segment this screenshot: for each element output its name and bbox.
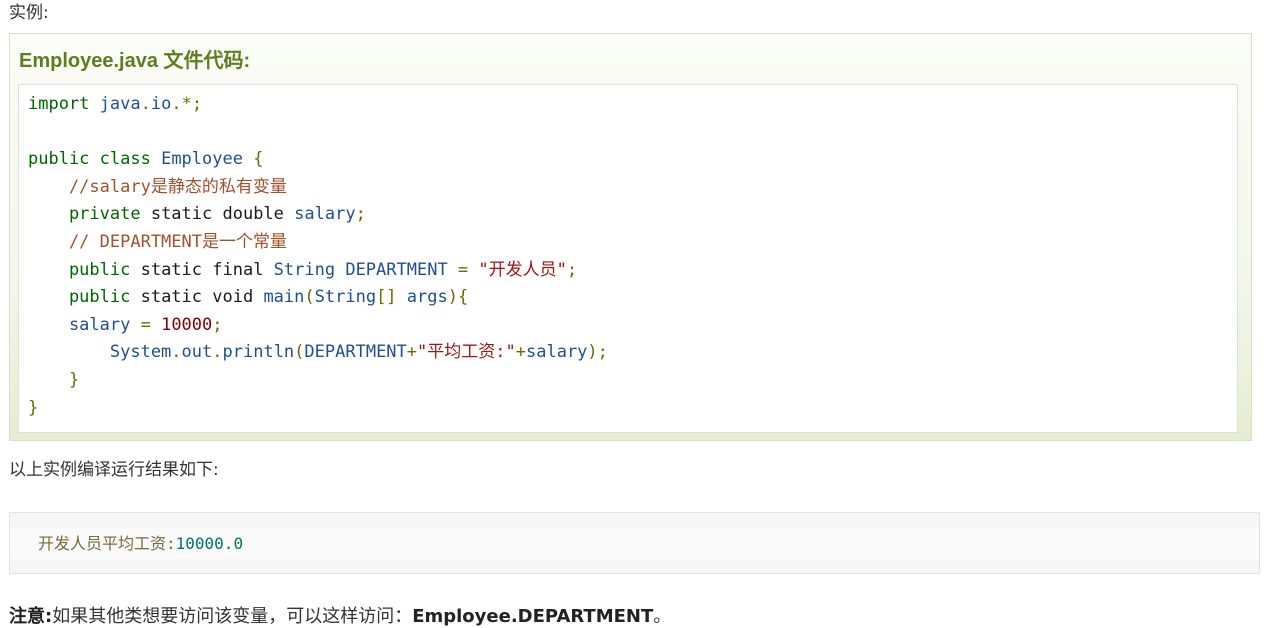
code-line: public static void main(String[] args){ xyxy=(28,284,608,312)
code-token: + xyxy=(406,342,418,363)
code-line: public class Employee { xyxy=(28,146,608,174)
code-token: io xyxy=(150,94,172,114)
code-token: } xyxy=(28,369,80,390)
code-token: double xyxy=(212,204,284,225)
code-token: = xyxy=(130,314,151,335)
code-line: System.out.println(DEPARTMENT+"平均工资:"+sa… xyxy=(28,339,608,367)
code-token: } xyxy=(28,397,39,418)
code-token: [] xyxy=(376,287,397,308)
code-token: public xyxy=(28,287,131,308)
code-token: System xyxy=(28,342,172,363)
code-token: ); xyxy=(587,342,608,363)
code-token: //salary是静态的私有变量 xyxy=(28,176,287,197)
code-token: ; xyxy=(566,259,578,280)
code-token: main xyxy=(253,287,305,308)
code-token: static xyxy=(130,259,203,280)
note-suffix: 。 xyxy=(653,606,672,627)
code-token: salary xyxy=(28,314,131,335)
note-text: 如果其他类想要访问该变量，可以这样访问： xyxy=(52,606,413,627)
note: 注意:如果其他类想要访问该变量，可以这样访问：Employee.DEPARTME… xyxy=(9,603,671,628)
code-token: 10000 xyxy=(150,314,213,335)
code-token: println xyxy=(222,342,295,363)
code-token: java xyxy=(89,94,141,114)
code-line: public static final String DEPARTMENT = … xyxy=(28,257,608,285)
code-token: ; xyxy=(355,204,366,225)
code-token: "平均工资:" xyxy=(417,342,516,363)
code-token: { xyxy=(242,149,264,170)
code-line: salary = 10000; xyxy=(28,312,608,340)
intro-label: 实例: xyxy=(9,3,49,23)
code-token: static xyxy=(140,204,213,225)
code-token: ( xyxy=(304,287,315,308)
code-token: public xyxy=(28,149,90,170)
code-line: // DEPARTMENT是一个常量 xyxy=(28,229,608,257)
code-token: . xyxy=(212,342,223,363)
code-line: //salary是静态的私有变量 xyxy=(28,174,608,202)
code-token: ){ xyxy=(447,287,469,308)
output-value: 10000.0 xyxy=(175,534,244,553)
note-code: Employee.DEPARTMENT xyxy=(412,606,654,627)
code-token: String xyxy=(314,287,377,308)
code-token: ; xyxy=(212,314,223,335)
code-panel[interactable]: import java.io.*; public class Employee … xyxy=(18,84,1238,433)
note-label: 注意: xyxy=(9,606,53,627)
output-box: 开发人员平均工资:10000.0 xyxy=(9,512,1260,574)
code-token: = xyxy=(447,259,469,280)
code-line: import java.io.*; xyxy=(28,91,608,119)
code-token: args xyxy=(396,287,448,308)
code-token: . xyxy=(140,94,151,114)
code-token: final xyxy=(202,259,264,280)
code-line: } xyxy=(28,395,608,423)
code-token: salary xyxy=(283,204,356,225)
code-line: private static double salary; xyxy=(28,201,608,229)
code-token: DEPARTMENT xyxy=(335,259,448,280)
code-token: class xyxy=(89,149,151,170)
code-token: + xyxy=(515,342,526,363)
code-token: DEPARTMENT xyxy=(304,342,407,363)
code-token: out xyxy=(181,342,213,363)
code-token: // DEPARTMENT是一个常量 xyxy=(28,231,287,252)
code-token: salary xyxy=(526,342,588,363)
code-token: String xyxy=(263,259,336,280)
page: 实例: Employee.java 文件代码: import java.io.*… xyxy=(0,0,1270,628)
code-token: public xyxy=(28,259,131,280)
code-token: import xyxy=(28,94,90,114)
code-token: . xyxy=(171,342,182,363)
example-box: Employee.java 文件代码: import java.io.*; pu… xyxy=(9,33,1252,441)
code-token: static xyxy=(130,287,203,308)
result-label: 以上实例编译运行结果如下: xyxy=(9,460,219,480)
output-prefix: 开发人员平均工资: xyxy=(38,534,176,553)
code-token: private xyxy=(28,204,141,225)
code-token: .*; xyxy=(171,94,203,114)
example-title: Employee.java 文件代码: xyxy=(19,50,251,72)
code-token: Employee xyxy=(150,149,243,170)
code-token: void xyxy=(202,287,254,308)
code-token: "开发人员" xyxy=(468,259,567,280)
output-text[interactable]: 开发人员平均工资:10000.0 xyxy=(38,533,243,555)
code-token: ( xyxy=(294,342,305,363)
code-block: import java.io.*; public class Employee … xyxy=(28,91,608,422)
code-line: } xyxy=(28,367,608,395)
